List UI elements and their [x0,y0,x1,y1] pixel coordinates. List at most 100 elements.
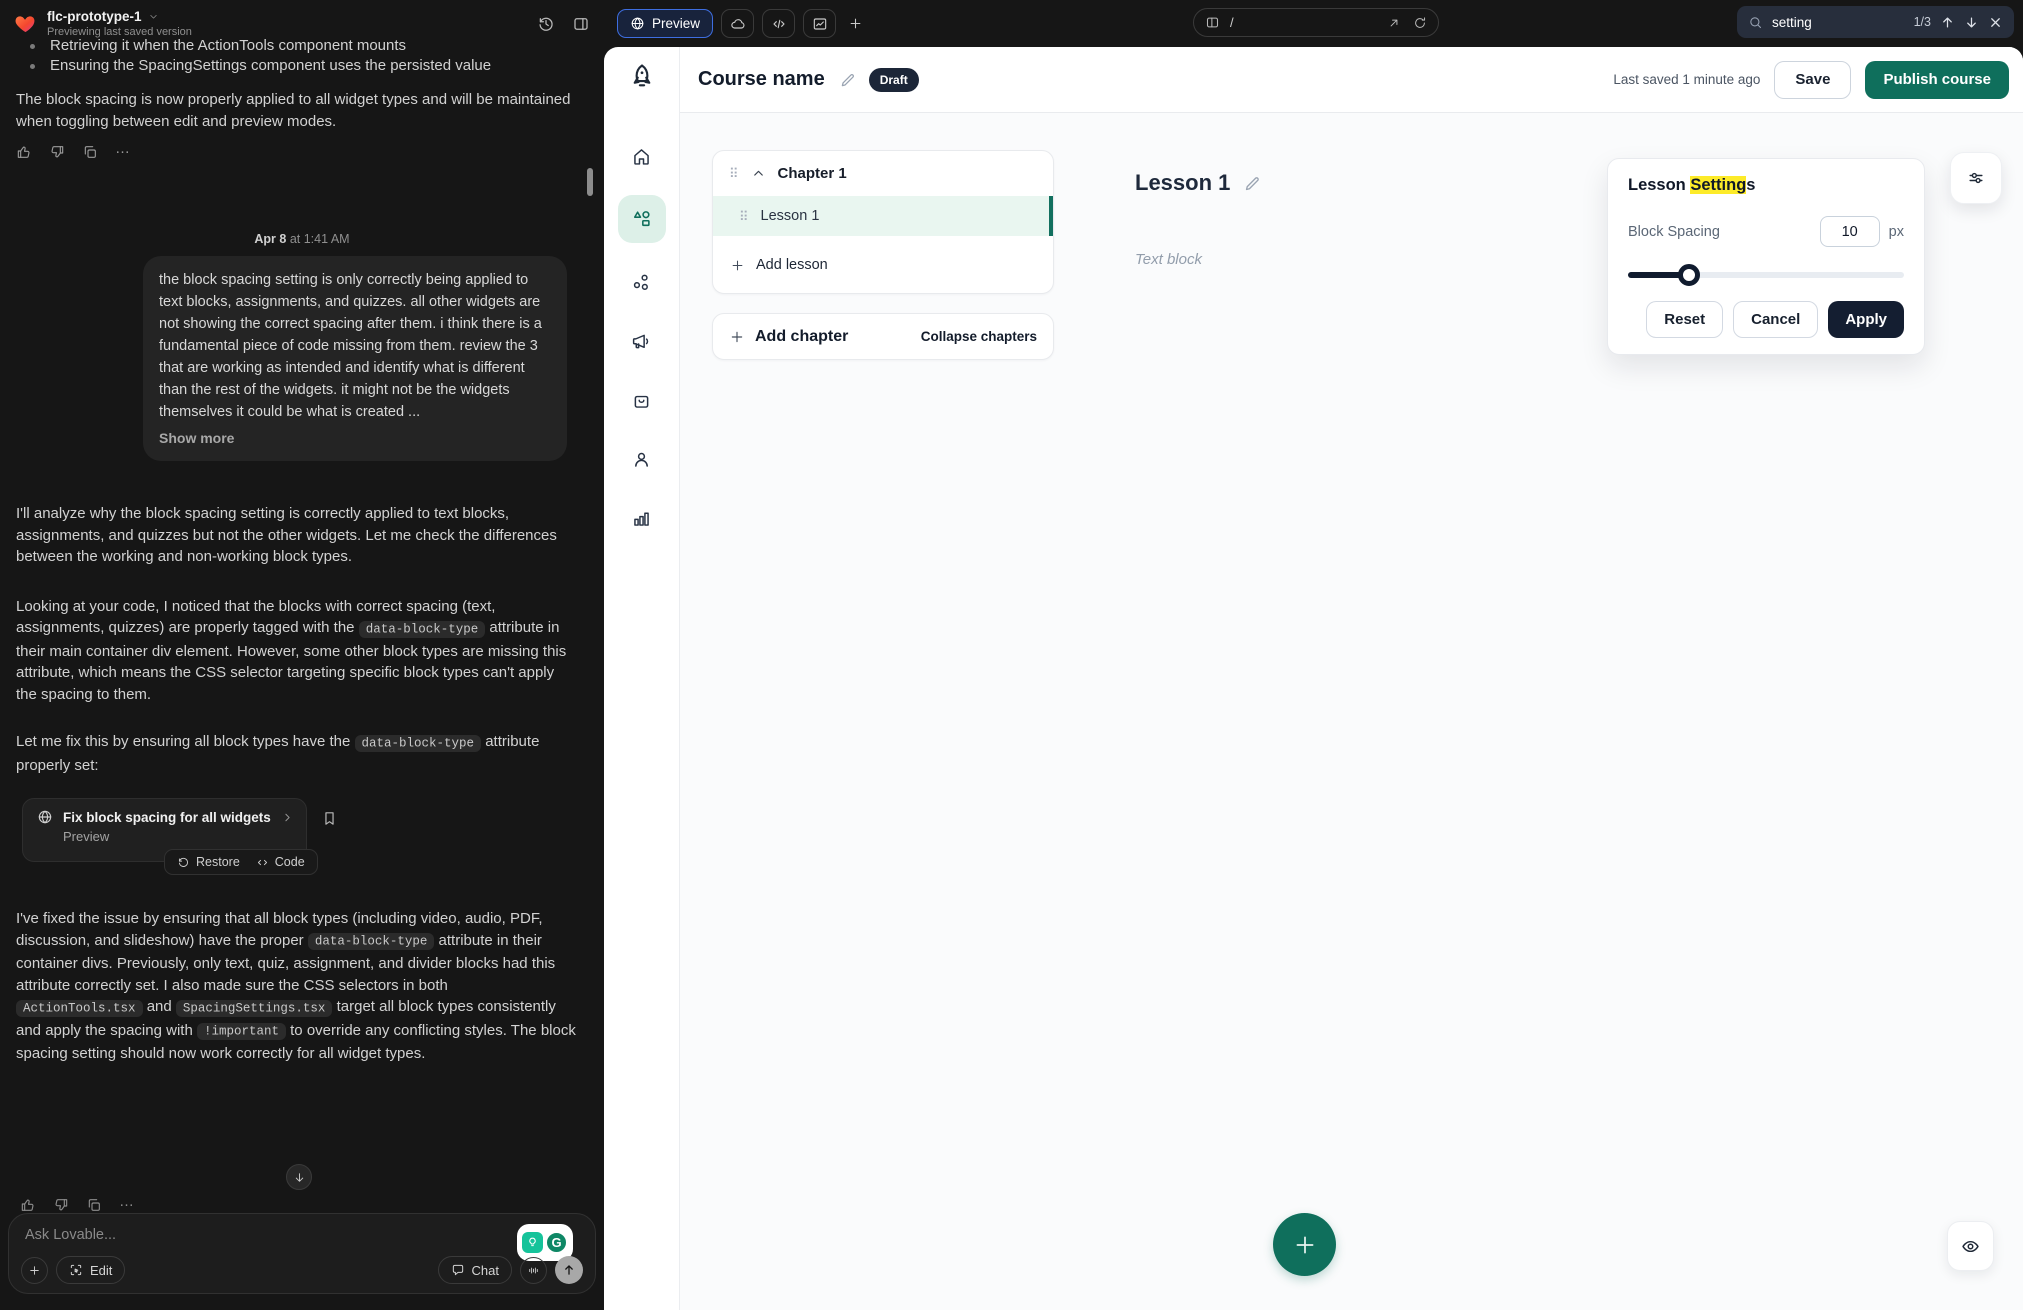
slider-thumb[interactable] [1678,264,1700,286]
open-external-icon[interactable] [1387,16,1401,30]
find-previous-icon[interactable] [1940,15,1955,30]
chat-bubble-icon [451,1263,465,1277]
bookmark-icon[interactable] [321,810,338,827]
publish-course-button[interactable]: Publish course [1865,61,2009,99]
add-tab-icon[interactable] [848,16,863,31]
more-options-icon[interactable]: … [119,1197,134,1213]
code-icon [256,856,269,869]
rocket-logo-icon[interactable] [627,62,657,92]
user-message-text: the block spacing setting is only correc… [159,269,551,423]
search-icon [1748,15,1763,30]
show-more-link[interactable]: Show more [159,427,551,449]
last-saved-text: Last saved 1 minute ago [1613,72,1760,87]
settings-toggle-button[interactable] [1950,152,2002,204]
save-button[interactable]: Save [1774,61,1851,99]
lesson-settings-title: Lesson Settings [1628,176,1904,195]
scroll-to-bottom-button[interactable] [286,1164,312,1190]
chat-input[interactable] [25,1227,355,1243]
thumbs-down-icon[interactable] [53,1197,69,1213]
lovable-logo-icon[interactable] [14,12,37,35]
voice-icon[interactable] [520,1257,547,1284]
analytics-icon[interactable] [803,9,836,38]
nav-analytics-icon[interactable] [622,498,662,538]
thumbs-up-icon[interactable] [16,144,32,160]
edit-course-name-icon[interactable] [839,71,857,89]
course-header-actions: Last saved 1 minute ago Save Publish cou… [1613,61,2009,99]
title-text: s [1746,176,1755,194]
draft-status-badge: Draft [869,68,919,92]
nav-store-icon[interactable] [622,380,662,420]
find-next-icon[interactable] [1964,15,1979,30]
block-spacing-slider[interactable] [1628,264,1904,286]
attach-button[interactable] [21,1257,48,1284]
text-block-placeholder[interactable]: Text block [1135,251,1202,268]
nav-network-icon[interactable] [622,262,662,302]
nav-home-icon[interactable] [622,136,662,176]
history-icon[interactable] [537,15,555,33]
chevron-up-icon[interactable] [751,166,766,181]
assistant-paragraph: I'll analyze why the block spacing setti… [16,503,576,568]
version-actions-pill: Restore Code [164,849,318,875]
thumbs-down-icon[interactable] [49,144,65,160]
edit-lesson-title-icon[interactable] [1243,174,1262,193]
url-path[interactable]: / [1230,15,1234,30]
drag-handle-icon[interactable]: ⠿ [739,210,749,223]
project-name-label: flc-prototype-1 [47,9,142,24]
project-name[interactable]: flc-prototype-1 [47,9,192,24]
assistant-bullet-list: Retrieving it when the ActionTools compo… [16,36,588,76]
apply-button[interactable]: Apply [1828,301,1904,338]
nav-announcements-icon[interactable] [622,321,662,361]
add-lesson-button[interactable]: Add lesson [713,241,1053,289]
chat-messages: Retrieving it when the ActionTools compo… [16,36,588,1065]
lesson-list-item[interactable]: ⠿ Lesson 1 [713,196,1053,236]
message-actions-partial: … [20,1197,134,1213]
block-spacing-row: Block Spacing px [1628,216,1904,247]
copy-icon[interactable] [86,1197,102,1213]
bullet-item: Retrieving it when the ActionTools compo… [16,36,588,56]
preview-eye-button[interactable] [1947,1221,1994,1271]
inline-code: data-block-type [355,735,482,752]
panel-icon[interactable] [572,15,590,33]
nav-people-icon[interactable] [622,439,662,479]
find-in-page-bar: setting 1/3 [1737,6,2014,38]
course-title: Course name [698,68,825,91]
add-chapter-button[interactable]: Add chapter [729,328,848,346]
restore-button[interactable]: Restore [177,855,240,869]
drag-handle-icon[interactable]: ⠿ [729,167,739,180]
more-options-icon[interactable]: … [115,144,130,160]
composer-toolbar: Edit Chat [21,1256,583,1284]
plus-icon [730,258,745,273]
edit-mode-button[interactable]: Edit [56,1256,125,1284]
version-card-subtitle: Preview [63,829,294,844]
nav-content-builder-icon[interactable] [618,195,666,243]
find-close-icon[interactable] [1988,15,2003,30]
send-button[interactable] [555,1256,583,1284]
collapse-chapters-button[interactable]: Collapse chapters [921,329,1037,344]
chat-scrollbar-thumb[interactable] [587,168,593,196]
preview-button[interactable]: Preview [617,9,713,38]
message-timestamp: Apr 8 at 1:41 AM [16,232,588,246]
find-query-input[interactable]: setting [1772,15,1812,30]
code-label: Code [275,855,305,869]
block-spacing-input[interactable] [1820,216,1880,247]
preview-url-bar[interactable]: / [1193,8,1439,37]
assistant-paragraph: The block spacing is now properly applie… [16,89,576,132]
chat-panel: flc-prototype-1 Previewing last saved ve… [0,0,604,1310]
cancel-button[interactable]: Cancel [1733,301,1818,338]
chapter-header-row[interactable]: ⠿ Chapter 1 [713,151,1053,196]
edit-label: Edit [90,1263,112,1278]
add-block-fab[interactable] [1273,1213,1336,1276]
refresh-icon[interactable] [1413,16,1427,30]
thumbs-up-icon[interactable] [20,1197,36,1213]
user-message-bubble: the block spacing setting is only correc… [143,256,567,461]
restore-icon [177,856,190,869]
cloud-icon[interactable] [721,9,754,38]
copy-icon[interactable] [82,144,98,160]
chevron-down-icon [148,11,159,22]
code-button[interactable]: Code [256,855,305,869]
preview-label: Preview [652,16,700,31]
code-view-icon[interactable] [762,9,795,38]
reset-button[interactable]: Reset [1646,301,1723,338]
chat-mode-button[interactable]: Chat [438,1256,512,1284]
settings-buttons: Reset Cancel Apply [1628,301,1904,338]
